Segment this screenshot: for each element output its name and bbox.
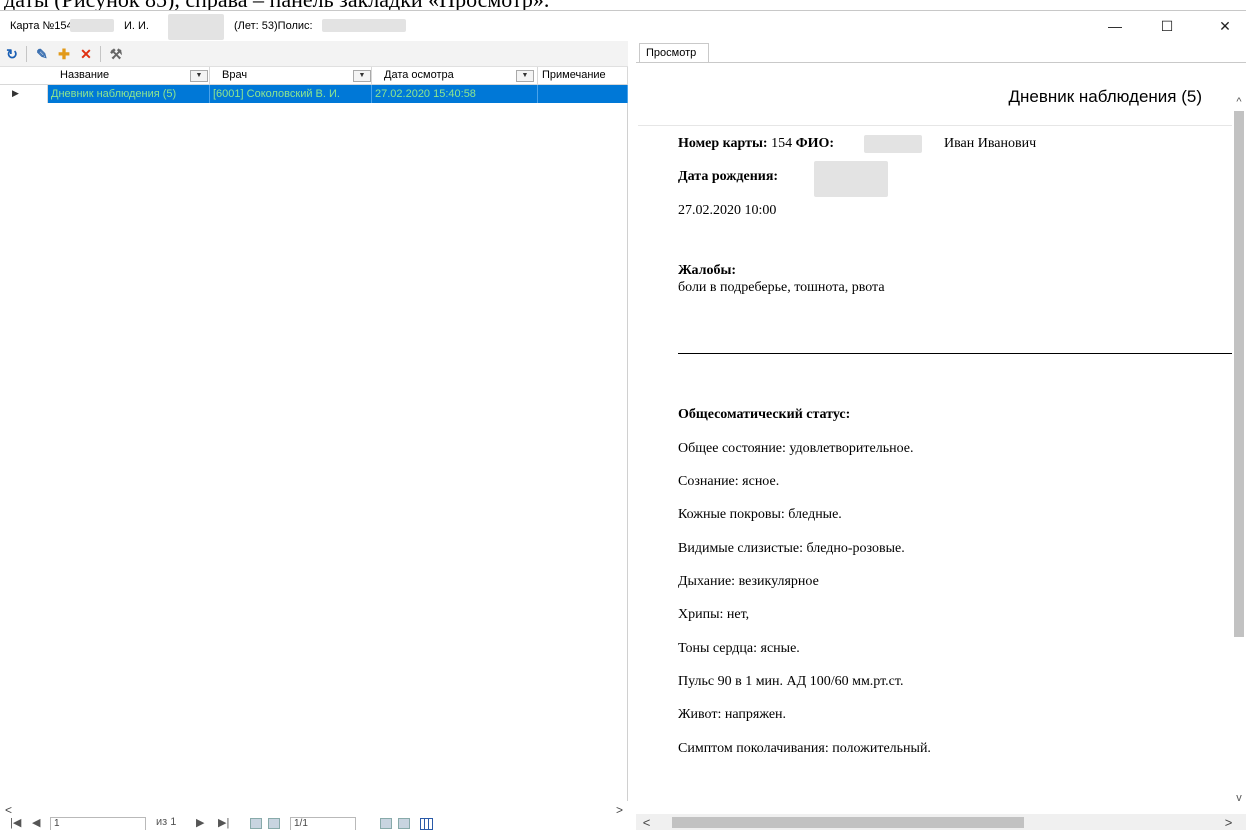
column-header-note[interactable]: Примечание <box>538 67 628 85</box>
toolbar-separator <box>100 46 101 62</box>
columns-chooser-icon[interactable] <box>420 818 433 830</box>
settings-icon[interactable]: ⚒ <box>106 44 126 64</box>
complaints-text: боли в подреберье, тошнота, рвота <box>678 280 885 295</box>
filter-dropdown-icon[interactable]: ▼ <box>190 70 208 82</box>
row-selector[interactable]: ▶ <box>0 85 48 103</box>
title-card-number: Карта №154 <box>10 20 73 32</box>
edit-icon[interactable]: ✎ <box>32 44 52 64</box>
delete-icon[interactable]: ✕ <box>76 44 96 64</box>
scroll-left-arrow-icon[interactable]: < <box>638 814 655 830</box>
scroll-down-arrow-icon[interactable]: v <box>1232 791 1246 805</box>
column-header-name[interactable]: Название <box>48 67 210 85</box>
cell-date[interactable]: 27.02.2020 15:40:58 <box>372 85 538 103</box>
status-line: Тоны сердца: ясные. <box>678 641 800 656</box>
refresh-icon[interactable]: ↻ <box>2 44 22 64</box>
title-divider <box>638 125 1232 126</box>
exam-datetime: 27.02.2020 10:00 <box>678 203 777 218</box>
next-page-icon[interactable]: ▶ <box>196 816 204 829</box>
save-view-icon[interactable] <box>250 818 262 829</box>
preview-vertical-scrollbar[interactable]: ^ v <box>1232 95 1246 807</box>
status-line: Дыхание: везикулярное <box>678 574 819 589</box>
status-line: Сознание: ясное. <box>678 474 780 489</box>
filter-dropdown-icon[interactable]: ▼ <box>516 70 534 82</box>
status-line: Кожные покровы: бледные. <box>678 507 842 522</box>
status-line: Видимые слизистые: бледно-розовые. <box>678 541 905 556</box>
tab-strip-border <box>636 62 1246 63</box>
view-counter: 1/1 <box>290 817 356 830</box>
redacted-birth-date <box>814 161 888 197</box>
scroll-right-arrow-icon[interactable]: > <box>1220 814 1237 830</box>
redacted-surname <box>864 135 922 153</box>
page-count-label: из 1 <box>156 816 177 828</box>
status-line: Живот: напряжен. <box>678 707 787 722</box>
first-page-icon[interactable]: |◀ <box>10 816 21 829</box>
grid-header: Название ▼ Врач ▼ Дата осмотра ▼ Примеча… <box>0 67 628 85</box>
title-initials: И. И. <box>124 20 149 32</box>
status-label: Общесоматический статус: <box>678 407 851 422</box>
status-line: Хрипы: нет, <box>678 607 750 622</box>
preview-document: Дневник наблюдения (5) Номер карты: 154 … <box>638 65 1232 805</box>
table-row[interactable]: ▶ Дневник наблюдения (5) [6001] Соколовс… <box>0 85 628 103</box>
status-line: Общее состояние: удовлетворительное. <box>678 441 914 456</box>
add-icon[interactable]: ✚ <box>54 44 74 64</box>
column-header-date[interactable]: Дата осмотра <box>372 67 538 85</box>
patient-name: Иван Иванович <box>944 136 1037 151</box>
redacted-birthdate <box>168 14 224 40</box>
birth-label: Дата рождения: <box>678 169 779 184</box>
minimize-button[interactable]: — <box>1094 11 1136 41</box>
status-line: Симптом поколачивания: положительный. <box>678 741 931 756</box>
fio-label: ФИО: <box>795 136 835 151</box>
cell-name[interactable]: Дневник наблюдения (5) <box>48 85 210 103</box>
title-bar: Карта №154 И. И. (Лет: 53)Полис: — ☐ ✕ <box>0 11 1246 41</box>
maximize-button[interactable]: ☐ <box>1146 11 1188 41</box>
toolbar-separator <box>26 46 27 62</box>
cell-doctor[interactable]: [6001] Соколовский В. И. <box>210 85 372 103</box>
scroll-up-arrow-icon[interactable]: ^ <box>1232 95 1246 109</box>
preview-pane: Просмотр Дневник наблюдения (5) Номер ка… <box>636 41 1246 830</box>
redacted-policy <box>322 19 406 32</box>
status-line: Пульс 90 в 1 мин. АД 100/60 мм.рт.ст. <box>678 674 904 689</box>
export-icon[interactable] <box>380 818 392 829</box>
prev-page-icon[interactable]: ◀ <box>32 816 40 829</box>
page-number-input[interactable]: 1 <box>50 817 146 830</box>
column-label: Врач <box>222 69 248 81</box>
load-view-icon[interactable] <box>268 818 280 829</box>
column-header-doctor[interactable]: Врач <box>210 67 372 85</box>
records-pane: ↻ ✎ ✚ ✕ ⚒ Название ▼ Врач ▼ Дата осмотра… <box>0 41 628 830</box>
column-label: Примечание <box>542 69 606 81</box>
card-line: Номер карты: 154 ФИО: <box>678 136 834 152</box>
preview-horizontal-scrollbar[interactable]: < > <box>636 814 1246 830</box>
scrollbar-thumb[interactable] <box>672 817 1024 828</box>
section-divider <box>678 353 1232 354</box>
document-title: Дневник наблюдения (5) <box>1008 87 1202 106</box>
cell-note[interactable] <box>538 85 628 103</box>
row-pointer-icon: ▶ <box>12 88 19 98</box>
card-label: Номер карты: <box>678 136 768 151</box>
application-window: Карта №154 И. И. (Лет: 53)Полис: — ☐ ✕ ↻… <box>0 10 1246 830</box>
complaints-label: Жалобы: <box>678 263 737 278</box>
redacted-name <box>70 19 114 32</box>
scroll-right-arrow-icon[interactable]: > <box>611 801 628 818</box>
last-page-icon[interactable]: ▶| <box>218 816 229 829</box>
scrollbar-thumb[interactable] <box>1234 111 1244 637</box>
close-button[interactable]: ✕ <box>1204 11 1246 41</box>
record-navigator: |◀ ◀ 1 из 1 ▶ ▶| 1/1 <box>0 816 628 830</box>
card-number: 154 <box>771 136 793 151</box>
title-age-policy: (Лет: 53)Полис: <box>234 20 313 32</box>
filter-dropdown-icon[interactable]: ▼ <box>353 70 371 82</box>
grid-horizontal-scrollbar[interactable]: < > <box>0 801 628 818</box>
tab-preview[interactable]: Просмотр <box>639 43 709 63</box>
records-toolbar: ↻ ✎ ✚ ✕ ⚒ <box>0 41 628 67</box>
caption-text: даты (Рисунок 85), справа – панель закла… <box>4 0 549 10</box>
column-label: Название <box>60 69 110 81</box>
column-label: Дата осмотра <box>384 69 454 81</box>
document-caption-fragment: даты (Рисунок 85), справа – панель закла… <box>0 0 1246 10</box>
print-icon[interactable] <box>398 818 410 829</box>
